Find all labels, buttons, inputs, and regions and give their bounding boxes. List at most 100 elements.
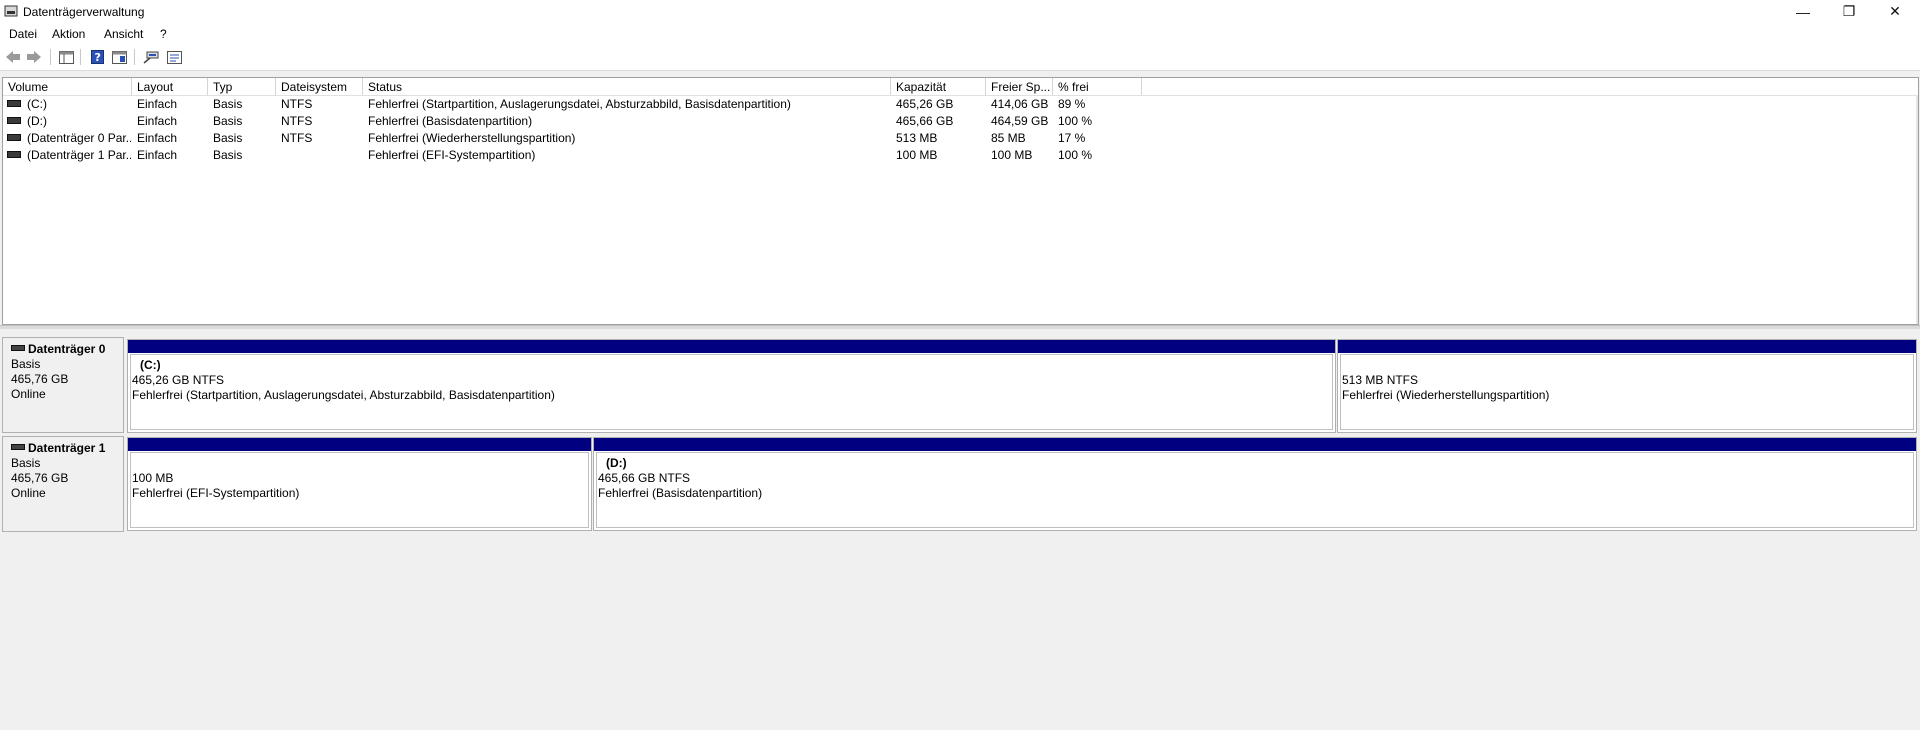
filesystem-cell: NTFS [281, 114, 313, 128]
disk-size: 465,76 GB [11, 471, 69, 485]
disk-type: Basis [11, 357, 41, 371]
type-cell: Basis [213, 148, 243, 162]
partition-size: 513 MB NTFS [1342, 373, 1419, 387]
list-scrollbar[interactable] [1916, 95, 1918, 324]
partition-bar [128, 438, 591, 451]
column-typ[interactable]: Typ [208, 78, 276, 95]
back-button[interactable] [4, 49, 22, 65]
minimize-button[interactable]: — [1780, 0, 1826, 23]
back-arrow-icon [6, 51, 20, 63]
layout-cell: Einfach [137, 148, 178, 162]
toolbar: ? [0, 44, 1920, 71]
partition-status: Fehlerfrei (Basisdatenpartition) [598, 486, 763, 500]
column-dateisystem[interactable]: Dateisystem [276, 78, 363, 95]
partition-d[interactable]: (D:) 465,66 GB NTFS Fehlerfrei (Basisdat… [593, 437, 1917, 531]
disk-management-app-icon [4, 5, 18, 17]
filesystem-cell: NTFS [281, 97, 313, 111]
partition-c[interactable]: (C:) 465,26 GB NTFS Fehlerfrei (Startpar… [127, 339, 1336, 433]
console-tree-button[interactable] [57, 49, 75, 65]
disk-name: Datenträger 0 [28, 342, 106, 356]
partition-label [132, 456, 299, 471]
menu-help[interactable]: ? [160, 27, 167, 41]
status-cell: Fehlerfrei (EFI-Systempartition) [368, 148, 536, 162]
menu-bar: Datei Aktion Ansicht ? [0, 23, 1920, 44]
partition-label: (C:) [140, 358, 161, 372]
type-cell: Basis [213, 131, 243, 145]
table-row[interactable]: (C:) Einfach Basis NTFS Fehlerfrei (Star… [3, 95, 1918, 112]
free-space-cell: 464,59 GB [991, 114, 1049, 128]
close-button[interactable]: ✕ [1872, 0, 1918, 23]
menu-aktion[interactable]: Aktion [52, 27, 85, 41]
partition-efi[interactable]: 100 MB Fehlerfrei (EFI-Systempartition) [127, 437, 592, 531]
table-row[interactable]: (Datenträger 1 Par... Einfach Basis Fehl… [3, 146, 1918, 163]
status-cell: Fehlerfrei (Wiederherstellungspartition) [368, 131, 576, 145]
svg-text:?: ? [94, 51, 100, 64]
volume-cell: (Datenträger 1 Par... [7, 148, 131, 162]
partition-frame [596, 452, 1914, 528]
layout-cell: Einfach [137, 131, 178, 145]
partition-label: (D:) [606, 456, 627, 470]
partition-size: 100 MB [132, 471, 174, 485]
table-row[interactable]: (D:) Einfach Basis NTFS Fehlerfrei (Basi… [3, 112, 1918, 129]
capacity-cell: 513 MB [896, 131, 938, 145]
view-button[interactable] [165, 49, 183, 65]
properties-button[interactable] [110, 49, 128, 65]
menu-datei[interactable]: Datei [9, 27, 37, 41]
column-status[interactable]: Status [363, 78, 891, 95]
disk-size: 465,76 GB [11, 372, 69, 386]
partition-bar [128, 340, 1335, 353]
partition-status: Fehlerfrei (Startpartition, Auslagerungs… [132, 388, 555, 402]
column-layout[interactable]: Layout [132, 78, 208, 95]
disk-type: Basis [11, 456, 41, 470]
partition-label [1342, 358, 1549, 373]
volume-name: (Datenträger 1 Par... [27, 148, 131, 162]
layout-cell: Einfach [137, 97, 178, 111]
list-header: Volume Layout Typ Dateisystem Status Kap… [3, 78, 1918, 96]
percent-free-cell: 100 % [1058, 148, 1093, 162]
drive-icon [7, 151, 21, 159]
capacity-cell: 465,26 GB [896, 97, 954, 111]
column-kapazitaet[interactable]: Kapazität [891, 78, 986, 95]
filesystem-cell: NTFS [281, 131, 313, 145]
disk-state: Online [11, 486, 46, 500]
partition-recovery[interactable]: 513 MB NTFS Fehlerfrei (Wiederherstellun… [1337, 339, 1917, 433]
toolbar-separator [134, 49, 135, 65]
disk-icon [11, 344, 25, 351]
help-button[interactable]: ? [88, 49, 106, 65]
volume-name: (D:) [27, 114, 47, 128]
forward-button[interactable] [25, 49, 43, 65]
partition-size: 465,66 GB NTFS [598, 471, 691, 485]
table-row[interactable]: (Datenträger 0 Par... Einfach Basis NTFS… [3, 129, 1918, 146]
toolbar-separator [80, 49, 81, 65]
capacity-cell: 465,66 GB [896, 114, 954, 128]
connect-button[interactable] [142, 49, 160, 65]
drive-icon [7, 117, 21, 125]
partition-bar [1338, 340, 1916, 353]
volume-list: Volume Layout Typ Dateisystem Status Kap… [2, 77, 1919, 325]
type-cell: Basis [213, 114, 243, 128]
capacity-cell: 100 MB [896, 148, 938, 162]
column-freier-speicher[interactable]: Freier Sp... [986, 78, 1053, 95]
restore-icon: ❐ [1842, 3, 1856, 19]
volume-cell: (C:) [7, 97, 131, 111]
disk-1-label[interactable]: Datenträger 1 Basis 465,76 GB Online [2, 436, 124, 532]
menu-ansicht[interactable]: Ansicht [104, 27, 143, 41]
disk-0-label[interactable]: Datenträger 0 Basis 465,76 GB Online [2, 337, 124, 433]
console-tree-icon [58, 50, 74, 64]
status-cell: Fehlerfrei (Startpartition, Auslagerungs… [368, 97, 791, 111]
type-cell: Basis [213, 97, 243, 111]
layout-cell: Einfach [137, 114, 178, 128]
close-icon: ✕ [1889, 3, 1901, 19]
toolbar-separator [50, 49, 51, 65]
title-bar: Datenträgerverwaltung — ❐ ✕ [0, 0, 1920, 23]
window-title: Datenträgerverwaltung [23, 5, 145, 19]
maximize-button[interactable]: ❐ [1826, 0, 1872, 23]
partition-status: Fehlerfrei (EFI-Systempartition) [132, 486, 300, 500]
column-volume[interactable]: Volume [3, 78, 132, 95]
help-icon: ? [90, 50, 104, 64]
partition-status: Fehlerfrei (Wiederherstellungspartition) [1342, 388, 1550, 402]
percent-free-cell: 89 % [1058, 97, 1086, 111]
column-prozent-frei[interactable]: % frei [1053, 78, 1142, 95]
connect-icon [143, 51, 159, 64]
status-cell: Fehlerfrei (Basisdatenpartition) [368, 114, 533, 128]
